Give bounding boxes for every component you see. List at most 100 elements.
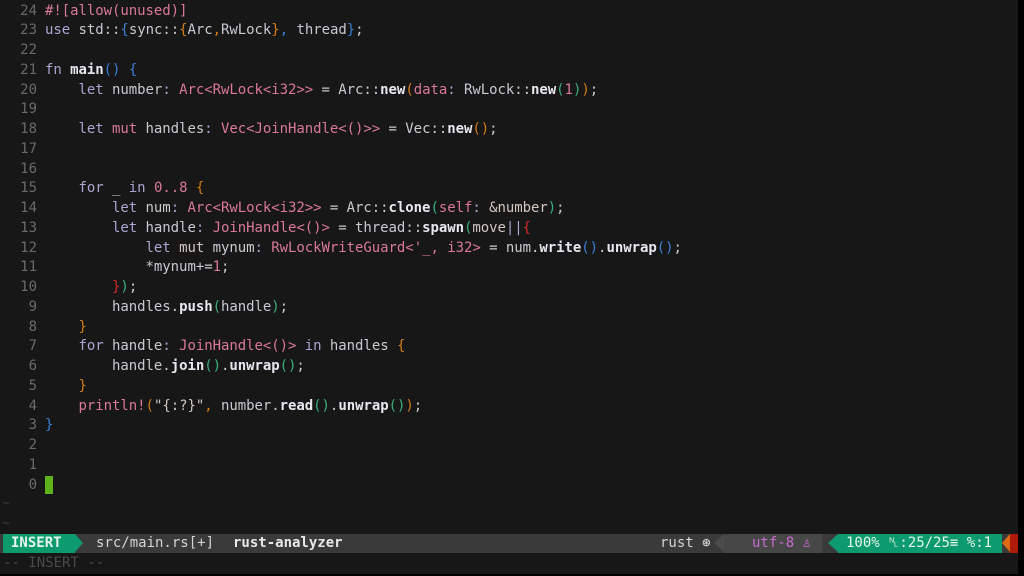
code-token: handle bbox=[220, 298, 272, 315]
code-line[interactable]: 1 bbox=[0, 455, 1018, 475]
code-token: handle. bbox=[45, 358, 171, 374]
code-token: Arc<RwLock<i32>> bbox=[187, 200, 322, 216]
code-token: ; bbox=[589, 81, 599, 98]
code-token: handles bbox=[329, 338, 397, 355]
code-token: ) bbox=[405, 397, 414, 414]
code-line[interactable]: 11 *mynum+=1; bbox=[0, 257, 1018, 277]
file-name: src/main.rs[+] bbox=[96, 535, 215, 551]
code-token: mut bbox=[112, 121, 146, 137]
line-code: } bbox=[45, 317, 87, 337]
code-line[interactable]: 7 for handle: JoinHandle<()> in handles … bbox=[0, 336, 1018, 356]
code-line[interactable]: 20 let number: Arc<RwLock<i32>> = Arc::n… bbox=[0, 80, 1018, 100]
line-number: 20 bbox=[20, 81, 37, 98]
code-token: JoinHandle<()> bbox=[179, 338, 297, 355]
line-number: 1 bbox=[28, 456, 37, 473]
code-token: handle bbox=[145, 219, 196, 236]
code-token: in bbox=[128, 180, 154, 197]
cursor-position: 100% ␤:25/25≡ %:1 bbox=[838, 534, 1002, 553]
code-line[interactable]: 13 let handle: JoinHandle<()> = thread::… bbox=[0, 218, 1018, 238]
code-token: () bbox=[472, 121, 490, 137]
code-line[interactable]: 2 bbox=[0, 435, 1018, 455]
code-token: let bbox=[78, 121, 113, 137]
line-code bbox=[45, 475, 53, 495]
code-line[interactable]: 0 bbox=[0, 475, 1018, 495]
code-token: join bbox=[170, 358, 205, 374]
code-token: ; bbox=[413, 397, 423, 414]
code-token: number bbox=[112, 81, 163, 98]
code-line[interactable]: 9 handles.push(handle); bbox=[0, 297, 1018, 317]
code-line[interactable]: 10 }); bbox=[0, 277, 1018, 297]
code-token: ) bbox=[271, 298, 280, 315]
lsp-status: rust-analyzer bbox=[233, 535, 343, 551]
line-code: use std::{sync::{Arc,RwLock}, thread}; bbox=[45, 20, 364, 40]
line-number: 14 bbox=[20, 200, 37, 216]
code-token: ; bbox=[556, 200, 565, 216]
code-line[interactable]: 24 #![allow(unused)] bbox=[0, 1, 1018, 21]
code-token: () bbox=[279, 358, 297, 374]
code-token: unwrap bbox=[338, 397, 389, 414]
code-token: { bbox=[396, 338, 406, 355]
line-number: 11 bbox=[20, 259, 37, 276]
code-token: { bbox=[195, 180, 205, 197]
code-line[interactable]: 17 bbox=[0, 139, 1018, 159]
code-token: _ bbox=[112, 180, 129, 197]
line-number: 24 bbox=[20, 2, 37, 19]
code-token: sync:: bbox=[128, 22, 180, 39]
code-token: () bbox=[204, 358, 221, 374]
code-line[interactable]: 8 } bbox=[0, 317, 1018, 337]
line-number: 15 bbox=[20, 180, 37, 197]
code-token: ( bbox=[145, 397, 154, 414]
line-code: println!("{:?}", number.read().unwrap())… bbox=[45, 396, 423, 416]
code-token: write bbox=[539, 239, 582, 256]
code-token: = thread:: bbox=[329, 219, 423, 236]
code-line[interactable]: 5 } bbox=[0, 376, 1018, 396]
warning-separator-arrow bbox=[1002, 534, 1010, 552]
line-number: 13 bbox=[20, 219, 37, 236]
line-code: for _ in 0..8 { bbox=[45, 178, 205, 198]
code-line[interactable]: 12 let mut mynum: RwLockWriteGuard<'_, i… bbox=[0, 238, 1018, 258]
code-line[interactable]: 15 for _ in 0..8 { bbox=[0, 178, 1018, 198]
code-line[interactable]: 19 bbox=[0, 99, 1018, 119]
code-token: ) bbox=[120, 279, 129, 295]
line-code: *mynum+=1; bbox=[45, 257, 230, 277]
code-token: RwLock:: bbox=[463, 81, 532, 98]
empty-line-marker: ~ bbox=[2, 496, 10, 512]
code-token: handles bbox=[145, 121, 205, 137]
line-code: let mut handles: Vec<JoinHandle<()>> = V… bbox=[45, 119, 498, 139]
code-line[interactable]: 23 use std::{sync::{Arc,RwLock}, thread}; bbox=[0, 20, 1018, 40]
code-line[interactable]: 3} bbox=[0, 415, 1018, 435]
code-line[interactable]: 4 println!("{:?}", number.read().unwrap(… bbox=[0, 396, 1018, 416]
code-token: : bbox=[254, 239, 272, 256]
code-token: let bbox=[78, 81, 113, 98]
code-token: handle bbox=[112, 338, 163, 355]
code-token: spawn bbox=[422, 219, 464, 236]
code-token: #![allow(unused)] bbox=[45, 2, 188, 19]
code-token: unwrap bbox=[606, 239, 657, 256]
command-line[interactable]: -- INSERT -- bbox=[3, 554, 104, 572]
code-token: () bbox=[103, 61, 121, 78]
code-editor[interactable]: 24 #![allow(unused)] 23 use std::{sync::{Ar… bbox=[0, 0, 1018, 532]
code-token: let bbox=[112, 219, 146, 236]
code-token: new bbox=[531, 81, 557, 98]
code-line[interactable]: 22 bbox=[0, 40, 1018, 60]
line-code: let number: Arc<RwLock<i32>> = Arc::new(… bbox=[45, 80, 599, 100]
code-line[interactable]: 16 bbox=[0, 159, 1018, 179]
code-line[interactable]: 21 fn main() { bbox=[0, 60, 1018, 80]
code-token: new bbox=[447, 121, 473, 137]
line-number: 5 bbox=[28, 377, 37, 394]
code-line[interactable]: 14 let num: Arc<RwLock<i32>> = Arc::clon… bbox=[0, 198, 1018, 218]
code-line[interactable]: 6 handle.join().unwrap(); bbox=[0, 356, 1018, 376]
code-token: clone bbox=[388, 200, 431, 216]
code-token: = num. bbox=[480, 239, 540, 256]
line-code: for handle: JoinHandle<()> in handles { bbox=[45, 336, 406, 356]
code-token: : bbox=[447, 81, 464, 98]
code-line[interactable]: 18 let mut handles: Vec<JoinHandle<()>> … bbox=[0, 119, 1018, 139]
code-token: std:: bbox=[78, 22, 121, 39]
code-token: new bbox=[380, 81, 406, 98]
code-token: for bbox=[78, 338, 113, 355]
